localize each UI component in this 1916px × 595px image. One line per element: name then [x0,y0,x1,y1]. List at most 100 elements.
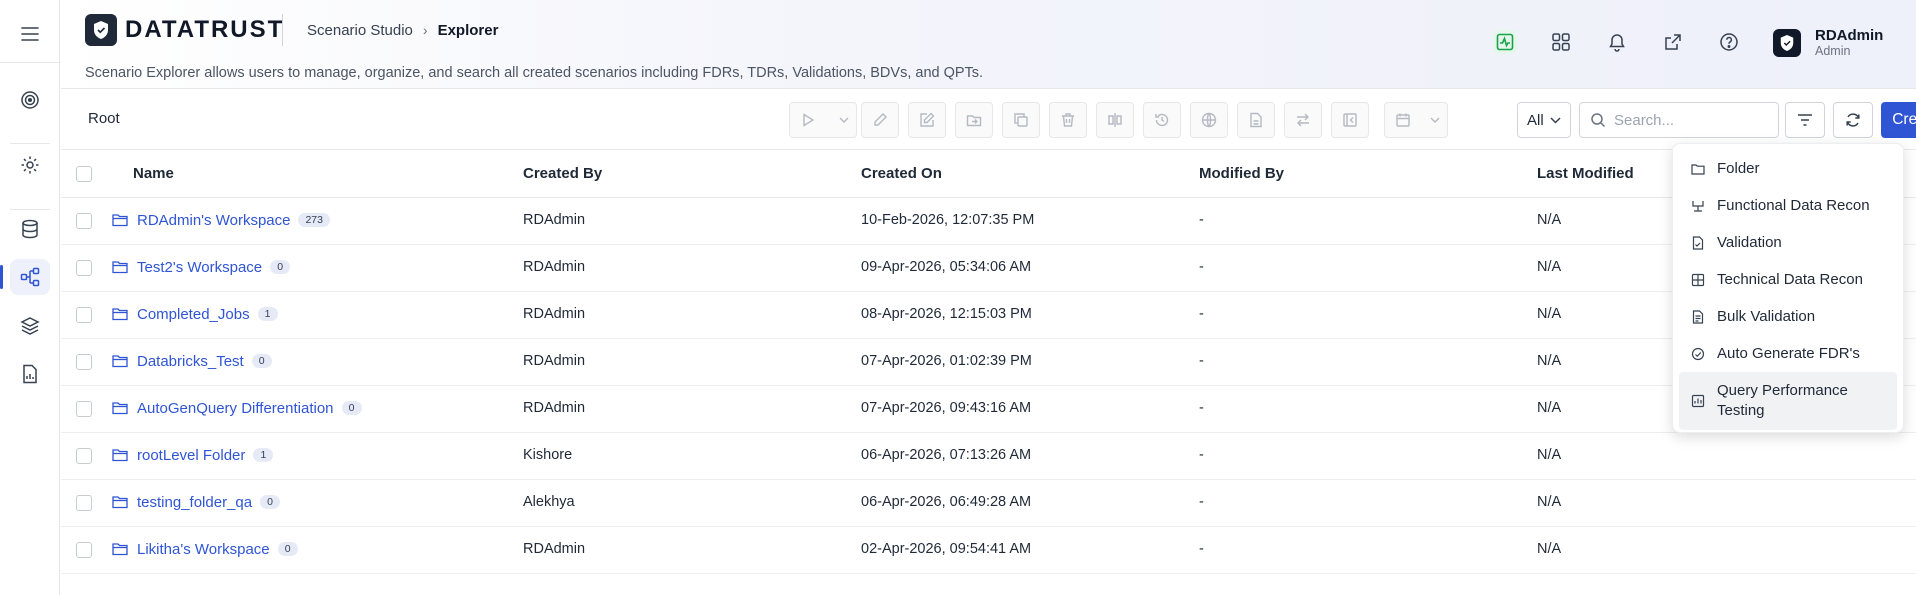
table-row[interactable]: Test2's Workspace 0 RDAdmin 09-Apr-2026, 05… [61,245,1916,292]
copy-button[interactable] [1002,102,1040,138]
technical-icon [1691,273,1705,287]
refresh-button[interactable] [1833,102,1873,138]
chevron-right-icon: › [422,22,428,38]
table-row[interactable]: Likitha's Workspace 0 RDAdmin 02-Apr-2026, … [61,527,1916,574]
search-box [1579,102,1779,138]
item-count-badge: 0 [277,542,298,556]
folder-name-link[interactable]: RDAdmin's Workspace [137,212,290,229]
table-row[interactable]: RDAdmin's Workspace 273 RDAdmin 10-Feb-2026… [61,198,1916,245]
bell-icon[interactable] [1605,30,1629,54]
calendar-button[interactable] [1384,102,1422,138]
create-button[interactable]: Create [1881,102,1916,138]
column-header-modified-by[interactable]: Modified By [1199,165,1284,182]
run-button[interactable] [789,102,827,138]
item-count-badge: 1 [253,448,274,462]
history-button[interactable] [1143,102,1181,138]
cell-name: testing_folder_qa 0 [111,493,281,511]
apps-grid-icon[interactable] [1549,30,1573,54]
row-checkbox[interactable] [76,401,92,417]
compare-button[interactable] [1096,102,1134,138]
schedule-options-chevron-icon[interactable] [1422,102,1448,138]
folder-name-link[interactable]: Databricks_Test [137,353,244,370]
table-row[interactable]: AutoGenQuery Differentiation 0 RDAdmin 07-A… [61,386,1916,433]
brand-logo[interactable]: DATATRUST [85,14,284,46]
settings-icon[interactable] [10,147,50,183]
cell-modified-by: - [1199,212,1204,228]
create-menu-item-query-performance-testing[interactable]: Query Performance Testing [1679,372,1897,430]
create-menu-item-auto-generate-fdrs[interactable]: Auto Generate FDR's [1679,335,1897,372]
move-button[interactable] [955,102,993,138]
cell-name: Likitha's Workspace 0 [111,540,298,558]
cell-last-modified: N/A [1537,212,1562,228]
help-icon[interactable] [1717,30,1741,54]
create-menu-item-validation[interactable]: Validation [1679,224,1897,261]
table-row[interactable]: rootLevel Folder 1 Kishore 06-Apr-2026, 07:… [61,433,1916,480]
cell-last-modified: N/A [1537,494,1562,510]
folder-name-link[interactable]: Likitha's Workspace [137,541,270,558]
edit-box-button[interactable] [908,102,946,138]
create-menu-label: Auto Generate FDR's [1717,344,1860,362]
select-all-checkbox[interactable] [76,166,92,182]
column-header-last-modified[interactable]: Last Modified [1537,165,1634,182]
cell-modified-by: - [1199,447,1204,463]
recon-icon [1691,199,1705,213]
search-input[interactable] [1614,111,1764,129]
create-menu-item-functional-data-recon[interactable]: Functional Data Recon [1679,187,1897,224]
create-menu-item-technical-data-recon[interactable]: Technical Data Recon [1679,261,1897,298]
cell-created-by: Kishore [523,447,573,463]
external-link-icon[interactable] [1661,30,1685,54]
cell-created-by: Alekhya [523,494,575,510]
row-checkbox[interactable] [76,307,92,323]
table-row[interactable]: Databricks_Test 0 RDAdmin 07-Apr-2026, 01:0… [61,339,1916,386]
chevron-down-icon [1550,116,1561,124]
create-menu-label: Query Performance Testing [1717,382,1848,419]
layers-icon[interactable] [10,308,50,344]
row-checkbox[interactable] [76,260,92,276]
breadcrumb-parent[interactable]: Scenario Studio [307,22,413,39]
scenario-table: Name Created By Created On Modified By L… [61,151,1916,574]
breadcrumb: Scenario Studio › Explorer [282,14,498,46]
edit-button[interactable] [861,102,899,138]
database-icon[interactable] [10,211,50,247]
user-menu[interactable]: RDAdmin Admin [1773,28,1883,58]
cell-name: Databricks_Test 0 [111,352,272,370]
row-checkbox[interactable] [76,213,92,229]
folder-name-link[interactable]: rootLevel Folder [137,447,245,464]
cell-modified-by: - [1199,541,1204,557]
row-checkbox[interactable] [76,448,92,464]
target-icon[interactable] [10,82,50,118]
bulk-icon [1691,309,1705,324]
folder-name-link[interactable]: Test2's Workspace [137,259,262,276]
swap-button[interactable] [1284,102,1322,138]
report-icon[interactable] [10,356,50,392]
document-button[interactable] [1237,102,1275,138]
globe-button[interactable] [1190,102,1228,138]
folder-name-link[interactable]: AutoGenQuery Differentiation [137,400,334,417]
column-header-created-by[interactable]: Created By [523,165,602,182]
filter-button[interactable] [1785,102,1825,138]
item-count-badge: 1 [257,307,278,321]
activity-icon[interactable] [1493,30,1517,54]
type-filter-select[interactable]: All [1517,102,1571,138]
row-checkbox[interactable] [76,354,92,370]
explorer-icon[interactable] [0,259,50,295]
column-header-created-on[interactable]: Created On [861,165,942,182]
folder-name-link[interactable]: Completed_Jobs [137,306,250,323]
table-row[interactable]: Completed_Jobs 1 RDAdmin 08-Apr-2026, 12:15… [61,292,1916,339]
cell-created-on: 06-Apr-2026, 06:49:28 AM [861,494,1032,510]
folder-name-link[interactable]: testing_folder_qa [137,494,252,511]
row-checkbox[interactable] [76,495,92,511]
delete-button[interactable] [1049,102,1087,138]
rail-divider [0,62,60,63]
menu-icon[interactable] [18,22,42,46]
item-count-badge: 0 [251,354,272,368]
create-menu-item-folder[interactable]: Folder [1679,150,1897,187]
create-menu-item-bulk-validation[interactable]: Bulk Validation [1679,298,1897,335]
table-row[interactable]: testing_folder_qa 0 Alekhya 06-Apr-2026, 06… [61,480,1916,527]
collapse-button[interactable] [1331,102,1369,138]
row-checkbox[interactable] [76,542,92,558]
folder-icon [111,352,129,370]
cell-created-on: 10-Feb-2026, 12:07:35 PM [861,212,1035,228]
column-header-name[interactable]: Name [133,165,174,182]
run-options-chevron-icon[interactable] [831,102,857,138]
